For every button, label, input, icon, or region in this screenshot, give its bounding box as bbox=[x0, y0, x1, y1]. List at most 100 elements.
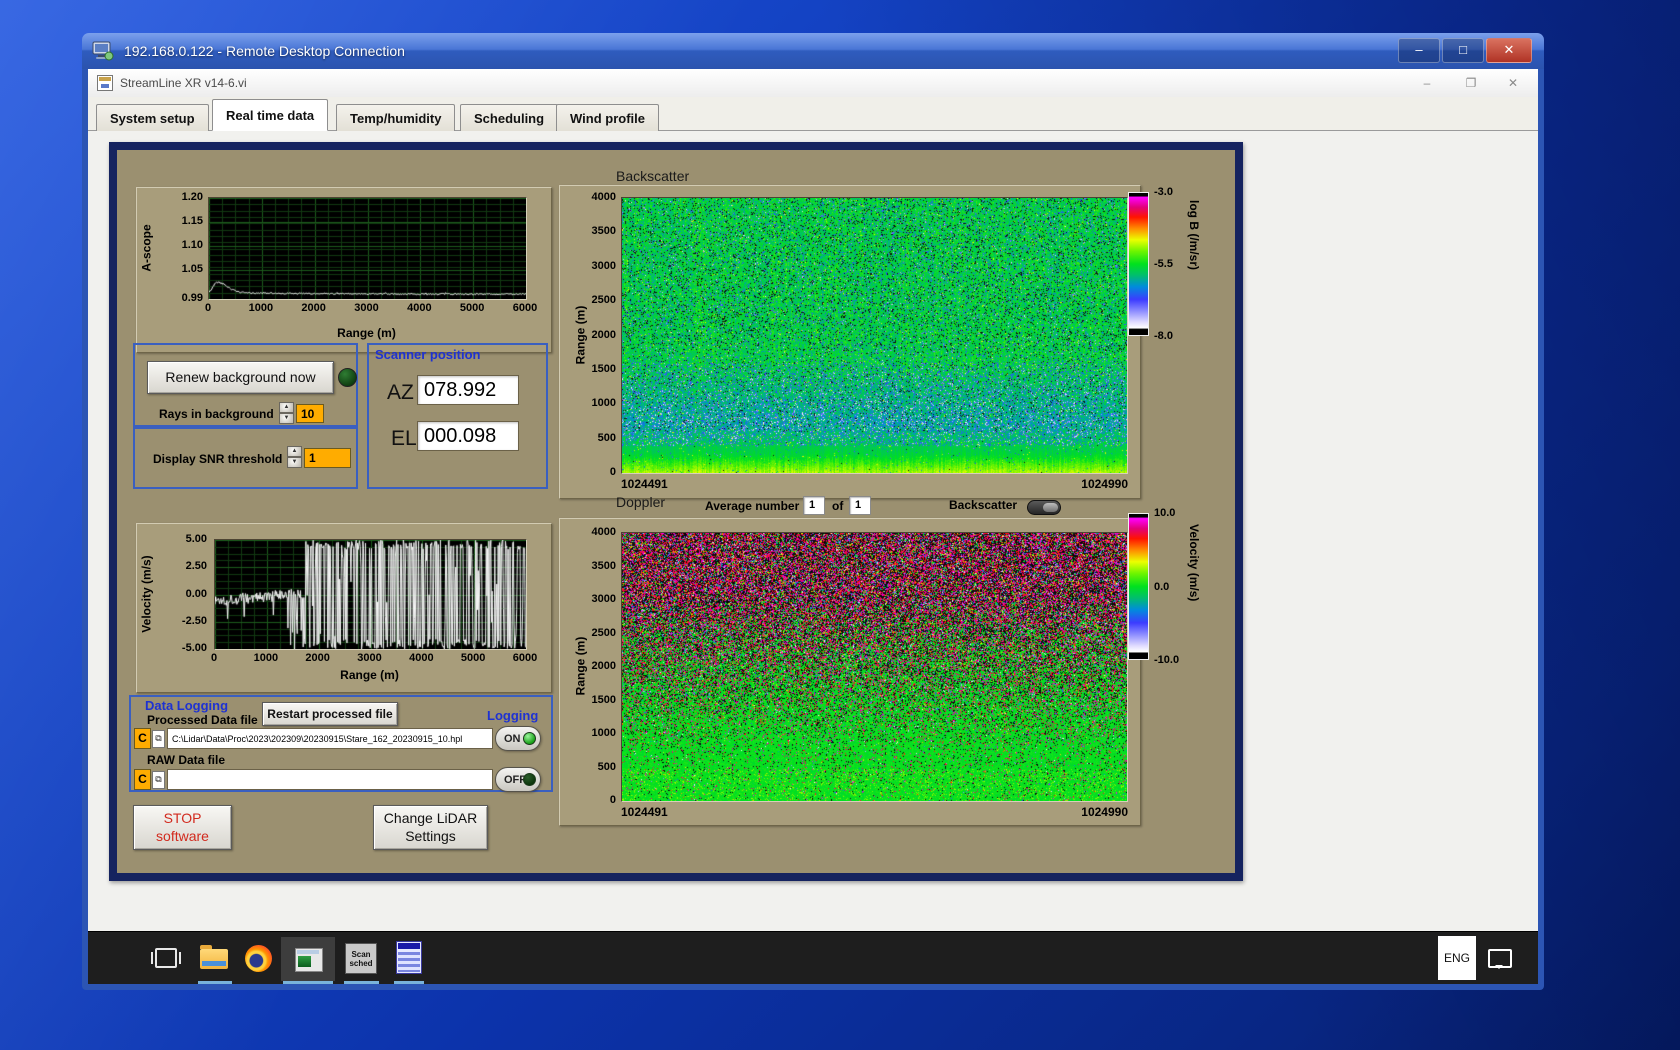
tick-label: 1500 bbox=[591, 362, 616, 375]
processed-path-input[interactable]: C:\Lidar\Data\Proc\2023\202309\20230915\… bbox=[167, 728, 493, 749]
tick-label: 6000 bbox=[512, 302, 538, 314]
app-restore-button[interactable]: ❐ bbox=[1456, 75, 1486, 92]
tick-label: 0 bbox=[210, 652, 218, 664]
backscatter-y-ticks: 4000 3500 3000 2500 2000 1500 1000 500 0 bbox=[584, 191, 618, 478]
tick-label: 4000 bbox=[591, 526, 616, 538]
tick-label: 2000 bbox=[305, 652, 330, 664]
tick-label: 2000 bbox=[591, 328, 616, 341]
tick-label: -5.00 bbox=[181, 642, 207, 654]
tick-label: -5.5 bbox=[1154, 258, 1173, 270]
remote-screen: StreamLine XR v14-6.vi – ❐ ✕ System setu… bbox=[88, 69, 1538, 984]
ascope-y-axis-label: A-scope bbox=[140, 223, 154, 272]
snr-value-input[interactable]: 1 bbox=[304, 448, 351, 468]
tick-label: 0.0 bbox=[1154, 580, 1170, 593]
azimuth-label: AZ bbox=[387, 381, 414, 404]
rays-value-input[interactable]: 10 bbox=[296, 404, 324, 423]
taskbar: Scan sched ENG bbox=[88, 931, 1538, 984]
tick-label: 500 bbox=[597, 431, 616, 444]
raw-browse-icon[interactable]: ⧉ bbox=[152, 771, 165, 789]
app-minimize-button[interactable]: – bbox=[1412, 75, 1442, 92]
elevation-label: EL bbox=[391, 427, 417, 450]
snr-threshold-box: Display SNR threshold ▲ ▼ 1 bbox=[133, 427, 358, 489]
snr-decrement-button[interactable]: ▼ bbox=[287, 457, 302, 468]
tick-label: 2.50 bbox=[185, 560, 207, 573]
stop-software-button[interactable]: STOP software bbox=[133, 805, 232, 850]
tick-label: 3000 bbox=[354, 302, 379, 314]
backscatter-display-toggle[interactable] bbox=[1027, 500, 1061, 515]
doppler-x-start: 1024491 bbox=[621, 805, 668, 819]
doppler-heatmap-canvas bbox=[622, 533, 1127, 801]
tick-label: 6000 bbox=[512, 652, 538, 664]
tab-wind-profile[interactable]: Wind profile bbox=[556, 104, 659, 131]
restart-processed-file-button[interactable]: Restart processed file bbox=[262, 702, 398, 726]
scan-scheduler-icon[interactable]: Scan sched bbox=[345, 943, 377, 974]
tick-label: 500 bbox=[597, 760, 616, 773]
backscatter-plot bbox=[621, 197, 1128, 474]
file-explorer-icon[interactable] bbox=[200, 945, 228, 969]
app-close-button[interactable]: ✕ bbox=[1498, 75, 1528, 92]
rdp-close-button[interactable]: ✕ bbox=[1486, 38, 1532, 63]
azimuth-value: 078.992 bbox=[417, 375, 519, 405]
tick-label: 1500 bbox=[591, 693, 616, 706]
raw-drive-selector[interactable]: C bbox=[134, 769, 151, 790]
velocity-plot-canvas bbox=[215, 540, 526, 649]
tick-label: 1.20 bbox=[181, 191, 203, 203]
notification-center-icon[interactable] bbox=[1488, 949, 1512, 969]
app-titlebar: StreamLine XR v14-6.vi – ❐ ✕ bbox=[88, 69, 1538, 98]
tick-label: 3000 bbox=[591, 259, 616, 272]
average-total-input[interactable]: 1 bbox=[849, 496, 871, 515]
processed-drive-selector[interactable]: C bbox=[134, 728, 151, 749]
tick-label: 5.00 bbox=[185, 533, 207, 545]
task-view-icon[interactable] bbox=[151, 948, 181, 968]
tab-strip: System setup Real time data Temp/humidit… bbox=[88, 97, 1538, 131]
active-app-taskbar-tile[interactable] bbox=[281, 937, 335, 981]
average-number-input[interactable]: 1 bbox=[803, 496, 825, 515]
tab-system-setup[interactable]: System setup bbox=[96, 104, 209, 131]
doppler-title: Doppler bbox=[616, 494, 666, 510]
tick-label: 10.0 bbox=[1154, 507, 1176, 519]
renew-background-led bbox=[338, 368, 357, 387]
data-logging-title: Data Logging bbox=[145, 698, 229, 713]
raw-logging-toggle[interactable]: OFF bbox=[495, 767, 541, 792]
tick-label: 3000 bbox=[591, 593, 616, 605]
tick-label: 0 bbox=[609, 466, 616, 478]
rdp-titlebar: 192.168.0.122 - Remote Desktop Connectio… bbox=[82, 33, 1544, 69]
language-indicator[interactable]: ENG bbox=[1438, 936, 1476, 980]
rdp-maximize-button[interactable]: □ bbox=[1442, 38, 1484, 63]
data-logging-box: Data Logging Processed Data file Restart… bbox=[129, 695, 553, 792]
doppler-colorbar bbox=[1128, 513, 1149, 660]
rays-increment-button[interactable]: ▲ bbox=[279, 402, 294, 413]
raw-path-input[interactable] bbox=[167, 769, 493, 790]
rays-decrement-button[interactable]: ▼ bbox=[279, 413, 294, 424]
average-number-label: Average number bbox=[705, 499, 800, 513]
open-app-indicator bbox=[198, 981, 232, 984]
rdp-minimize-button[interactable]: – bbox=[1398, 38, 1440, 63]
processed-data-file-label: Processed Data file bbox=[147, 713, 258, 727]
doppler-x-end: 1024990 bbox=[1081, 805, 1128, 819]
processed-browse-icon[interactable]: ⧉ bbox=[152, 730, 165, 748]
week-schedule-icon[interactable] bbox=[396, 941, 422, 974]
tab-real-time-data[interactable]: Real time data bbox=[212, 99, 329, 131]
tick-label: 1000 bbox=[253, 652, 279, 664]
processed-logging-toggle[interactable]: ON bbox=[495, 726, 541, 751]
tab-scheduling[interactable]: Scheduling bbox=[460, 104, 559, 131]
tick-label: 1.10 bbox=[181, 239, 203, 252]
tick-label: 0 bbox=[204, 302, 212, 314]
tick-label: 1000 bbox=[591, 727, 616, 739]
tick-label: -10.0 bbox=[1154, 654, 1180, 666]
tick-label: 5000 bbox=[459, 302, 485, 314]
firefox-icon[interactable] bbox=[245, 945, 272, 972]
renew-background-button[interactable]: Renew background now bbox=[147, 361, 334, 394]
backscatter-toggle-label: Backscatter bbox=[949, 498, 1018, 512]
ascope-x-axis-label: Range (m) bbox=[337, 326, 396, 340]
labview-vi-icon bbox=[97, 75, 113, 91]
tab-temp-humidity[interactable]: Temp/humidity bbox=[336, 104, 456, 131]
snr-threshold-label: Display SNR threshold bbox=[153, 452, 283, 466]
tick-label: 4000 bbox=[409, 652, 434, 664]
doppler-plot bbox=[621, 532, 1128, 802]
tick-label: 2500 bbox=[591, 294, 616, 307]
change-lidar-settings-button[interactable]: Change LiDAR Settings bbox=[373, 805, 488, 850]
raw-logging-led bbox=[523, 773, 536, 786]
snr-increment-button[interactable]: ▲ bbox=[287, 446, 302, 457]
ascope-x-ticks: 0 1000 2000 3000 4000 5000 6000 bbox=[204, 302, 537, 315]
